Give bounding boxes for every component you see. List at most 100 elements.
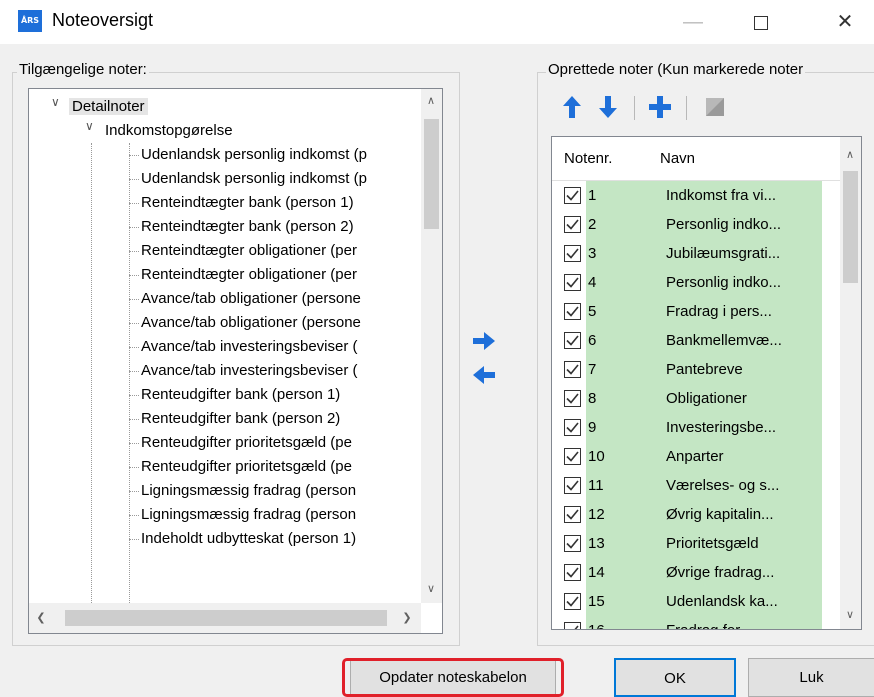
table-row[interactable]: 6 Bankmellemvæ... [552, 326, 840, 355]
remove-note-arrow-button[interactable] [471, 364, 497, 386]
table-row[interactable]: 11 Værelses- og s... [552, 471, 840, 500]
tree-item-label: Indeholdt udbytteskat (person 1) [141, 530, 357, 547]
scroll-up-arrow-icon[interactable]: ∧ [421, 91, 441, 111]
row-checkbox[interactable] [564, 361, 581, 378]
row-checkbox[interactable] [564, 622, 581, 629]
tree-item[interactable]: Indeholdt udbytteskat (person 1) [141, 527, 356, 551]
notes-tree[interactable]: ∨ Detailnoter ∨ Indkomstopgørelse Udenlandsk… [28, 88, 443, 634]
table-row[interactable]: 4 Personlig indko... [552, 268, 840, 297]
note-name-cell: Værelses- og s... [656, 471, 822, 500]
tree-horizontal-scrollbar[interactable]: ❮ ❯ [29, 603, 421, 633]
tree-item[interactable]: Avance/tab obligationer (persone [141, 311, 361, 335]
tree-item[interactable]: Avance/tab investeringsbeviser ( [141, 359, 358, 383]
row-checkbox[interactable] [564, 564, 581, 581]
checkmark-icon [566, 277, 579, 288]
minimize-button[interactable]: — [670, 0, 716, 44]
table-row[interactable]: 8 Obligationer [552, 384, 840, 413]
checkmark-icon [574, 625, 579, 629]
tree-connector [129, 323, 139, 324]
tree-item[interactable]: Detailnoter [69, 95, 148, 119]
note-number-cell: 9 [586, 413, 656, 442]
chevron-down-icon[interactable]: ∨ [85, 119, 94, 133]
table-row[interactable]: 2 Personlig indko... [552, 210, 840, 239]
maximize-button[interactable] [738, 0, 784, 44]
tree-item-label: Detailnoter [69, 98, 148, 115]
row-checkbox[interactable] [564, 245, 581, 262]
tree-vscroll-thumb[interactable] [424, 119, 439, 229]
ok-button[interactable]: OK [614, 658, 736, 697]
row-checkbox[interactable] [564, 390, 581, 407]
row-checkbox[interactable] [564, 274, 581, 291]
tree-item[interactable]: Ligningsmæssig fradrag (person [141, 503, 356, 527]
scroll-down-arrow-icon[interactable]: ∨ [421, 579, 441, 599]
tree-item[interactable]: Avance/tab investeringsbeviser ( [141, 335, 358, 359]
add-button[interactable] [648, 93, 672, 121]
row-checkbox[interactable] [564, 216, 581, 233]
note-number-cell: 13 [586, 529, 656, 558]
checkmark-icon [566, 509, 579, 520]
tree-item[interactable]: Renteudgifter bank (person 1) [141, 383, 340, 407]
move-down-button[interactable] [596, 93, 620, 121]
table-row[interactable]: 15 Udenlandsk ka... [552, 587, 840, 616]
tree-item[interactable]: Udenlandsk personlig indkomst (p [141, 143, 367, 167]
row-checkbox[interactable] [564, 187, 581, 204]
scroll-right-arrow-icon[interactable]: ❯ [397, 608, 417, 628]
scroll-up-arrow-icon[interactable]: ∧ [840, 145, 860, 165]
toolbar-separator [686, 96, 687, 120]
edit-button[interactable] [704, 93, 728, 121]
tree-item[interactable]: Avance/tab obligationer (persone [141, 287, 361, 311]
tree-item[interactable]: Renteudgifter prioritetsgæld (pe [141, 431, 352, 455]
tree-item-label: Ligningsmæssig fradrag (person [141, 506, 357, 523]
row-checkbox[interactable] [564, 535, 581, 552]
tree-connector [129, 179, 139, 180]
row-checkbox[interactable] [564, 477, 581, 494]
note-name-cell: Personlig indko... [656, 210, 822, 239]
tree-item[interactable]: Ligningsmæssig fradrag (person [141, 479, 356, 503]
row-checkbox[interactable] [564, 419, 581, 436]
tree-connector [129, 539, 139, 540]
row-checkbox[interactable] [564, 506, 581, 523]
note-number-cell: 7 [586, 355, 656, 384]
close-window-button[interactable]: ✕ [822, 0, 868, 44]
table-row[interactable]: 3 Jubilæumsgrati... [552, 239, 840, 268]
tree-item[interactable]: Renteudgifter bank (person 2) [141, 407, 340, 431]
table-row[interactable]: 1 Indkomst fra vi... [552, 181, 840, 210]
row-checkbox[interactable] [564, 593, 581, 610]
table-row[interactable]: 10 Anparter [552, 442, 840, 471]
scroll-down-arrow-icon[interactable]: ∨ [840, 605, 860, 625]
tree-item[interactable]: Renteindtægter bank (person 2) [141, 215, 354, 239]
column-header-navn[interactable]: Navn [660, 150, 695, 167]
table-row[interactable]: 5 Fradrag i pers... [552, 297, 840, 326]
toolbar-separator [634, 96, 635, 120]
add-note-arrow-button[interactable] [471, 330, 497, 352]
created-notes-grid[interactable]: Notenr. Navn 1 Indkomst fra vi... 2 Personl… [551, 136, 862, 630]
tree-item[interactable]: Indkomstopgørelse [105, 119, 233, 143]
tree-item-label: Indkomstopgørelse [105, 122, 233, 139]
table-row[interactable]: 16Fradrag for... [552, 616, 840, 629]
column-header-notenr[interactable]: Notenr. [564, 150, 612, 167]
tree-hscroll-thumb[interactable] [65, 610, 387, 626]
table-row[interactable]: 13 Prioritetsgæld [552, 529, 840, 558]
close-button[interactable]: Luk [748, 658, 874, 697]
tree-connector [129, 515, 139, 516]
scroll-left-arrow-icon[interactable]: ❮ [31, 608, 51, 628]
table-row[interactable]: 9 Investeringsbe... [552, 413, 840, 442]
move-up-button[interactable] [560, 93, 584, 121]
row-checkbox[interactable] [564, 303, 581, 320]
tree-item[interactable]: Renteudgifter prioritetsgæld (pe [141, 455, 352, 479]
tree-vertical-scrollbar[interactable]: ∧ ∨ [421, 89, 442, 603]
note-name-cell: Fradrag for... [656, 616, 822, 629]
grid-vscroll-thumb[interactable] [843, 171, 858, 283]
tree-item[interactable]: Renteindtægter obligationer (per [141, 239, 357, 263]
tree-item[interactable]: Renteindtægter obligationer (per [141, 263, 357, 287]
note-name-cell: Bankmellemvæ... [656, 326, 822, 355]
row-checkbox[interactable] [564, 448, 581, 465]
table-row[interactable]: 7 Pantebreve [552, 355, 840, 384]
tree-item[interactable]: Udenlandsk personlig indkomst (p [141, 167, 367, 191]
row-checkbox[interactable] [564, 332, 581, 349]
table-row[interactable]: 14 Øvrige fradrag... [552, 558, 840, 587]
chevron-down-icon[interactable]: ∨ [51, 95, 60, 109]
table-row[interactable]: 12 Øvrig kapitalin... [552, 500, 840, 529]
grid-vertical-scrollbar[interactable]: ∧ ∨ [840, 137, 861, 629]
tree-item[interactable]: Renteindtægter bank (person 1) [141, 191, 354, 215]
